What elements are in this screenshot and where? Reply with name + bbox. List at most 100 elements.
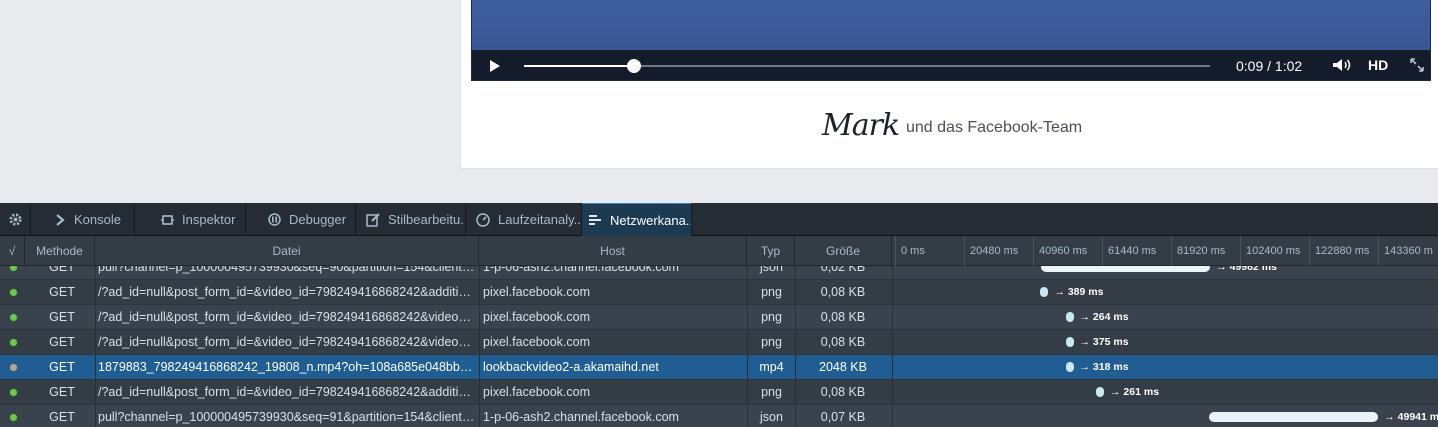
- video-frame[interactable]: [472, 0, 1430, 50]
- tab-network[interactable]: Netzwerkana...: [582, 203, 692, 236]
- column-divider: [795, 355, 796, 380]
- request-size: 0,08 KB: [820, 285, 866, 299]
- column-host[interactable]: Host: [479, 236, 747, 266]
- column-type[interactable]: Typ: [747, 236, 795, 266]
- table-row[interactable]: GET /?ad_id=null&post_form_id=&video_id=7…: [0, 305, 1438, 330]
- waterfall-timing-bar: [1040, 287, 1049, 297]
- devtools-toolbar: Konsole Inspektor Debugger Stilbearbeitu…: [0, 203, 1438, 236]
- signoff-text: und das Facebook-Team: [906, 119, 1083, 136]
- waterfall-timing-bar: [1065, 337, 1074, 347]
- hd-toggle[interactable]: HD: [1368, 57, 1388, 73]
- video-scrubber[interactable]: [524, 59, 1210, 73]
- request-file: /?ad_id=null&post_form_id=&video_id=7982…: [98, 285, 476, 299]
- tab-label: Laufzeitanaly...: [498, 212, 582, 227]
- waterfall-tick-label: 61440 ms: [1102, 236, 1156, 266]
- scrubber-handle[interactable]: [626, 59, 641, 73]
- column-divider: [95, 305, 96, 330]
- request-type: png: [761, 285, 782, 299]
- column-method[interactable]: Methode: [25, 236, 95, 266]
- column-divider: [95, 380, 96, 405]
- waterfall-timing-bar: [1208, 412, 1379, 422]
- status-indicator-icon: [9, 313, 18, 322]
- column-divider: [892, 305, 893, 330]
- request-method: GET: [49, 266, 75, 274]
- waterfall-duration-label: → 49941 ms: [1384, 411, 1438, 423]
- table-row[interactable]: GET /?ad_id=null&post_form_id=&video_id=7…: [0, 280, 1438, 305]
- video-player[interactable]: 0:09 / 1:02 HD: [471, 0, 1431, 81]
- request-host: pixel.facebook.com: [483, 285, 591, 299]
- debugger-icon: [268, 213, 281, 226]
- waterfall-duration-label: → 49982 ms: [1216, 266, 1277, 273]
- inspector-icon: [161, 214, 174, 225]
- request-host: lookbackvideo2-a.akamaihd.net: [483, 360, 659, 374]
- waterfall-duration-label: → 375 ms: [1079, 336, 1129, 348]
- settings-gear-icon[interactable]: [0, 203, 31, 236]
- request-method: GET: [49, 360, 75, 374]
- request-method: GET: [49, 335, 75, 349]
- tab-debugger[interactable]: Debugger: [246, 203, 356, 236]
- request-type: json: [760, 410, 783, 424]
- waterfall-timing-bar: [1065, 362, 1074, 372]
- column-divider: [795, 405, 796, 427]
- request-file: /?ad_id=null&post_form_id=&video_id=7982…: [98, 310, 476, 324]
- tab-console[interactable]: Konsole: [32, 203, 135, 236]
- request-method: GET: [49, 310, 75, 324]
- table-row[interactable]: GET /?ad_id=null&post_form_id=&video_id=7…: [0, 380, 1438, 405]
- waterfall-tick-label: 81920 ms: [1171, 236, 1225, 266]
- waterfall-duration-label: → 389 ms: [1054, 286, 1104, 298]
- waterfall-tick-label: 122880 ms: [1309, 236, 1369, 266]
- table-row[interactable]: GET 1879883_798249416868242_19808_n.mp4?o…: [0, 355, 1438, 380]
- column-size[interactable]: Größe: [795, 236, 892, 266]
- request-size: 0,07 KB: [820, 410, 866, 424]
- request-host: pixel.facebook.com: [483, 310, 591, 324]
- waterfall-timing-bar: [1040, 266, 1211, 272]
- request-size: 0,08 KB: [820, 335, 866, 349]
- column-divider: [892, 355, 893, 380]
- tab-label: Netzwerkana...: [610, 212, 692, 228]
- column-divider: [747, 266, 748, 280]
- devtools-panel: Konsole Inspektor Debugger Stilbearbeitu…: [0, 203, 1438, 427]
- request-type: png: [761, 335, 782, 349]
- network-icon: [589, 215, 601, 225]
- volume-icon[interactable]: [1332, 58, 1352, 72]
- request-type: png: [761, 310, 782, 324]
- request-file: /?ad_id=null&post_form_id=&video_id=7982…: [98, 335, 476, 349]
- video-time: 0:09 / 1:02: [1236, 58, 1303, 74]
- profiler-icon: [476, 212, 490, 227]
- status-indicator-icon: [9, 266, 18, 272]
- column-file[interactable]: Datei: [95, 236, 479, 266]
- table-row[interactable]: GET /?ad_id=null&post_form_id=&video_id=7…: [0, 330, 1438, 355]
- play-icon[interactable]: [490, 60, 500, 72]
- request-size: 2048 KB: [819, 360, 867, 374]
- column-divider: [892, 330, 893, 355]
- column-divider: [479, 266, 480, 280]
- tab-profiler[interactable]: Laufzeitanaly...: [466, 203, 582, 236]
- column-divider: [795, 305, 796, 330]
- request-file: /?ad_id=null&post_form_id=&video_id=7982…: [98, 385, 476, 399]
- column-divider: [747, 405, 748, 427]
- waterfall-duration-label: → 318 ms: [1079, 361, 1129, 373]
- column-divider: [95, 266, 96, 280]
- waterfall-tick-label: 0 ms: [895, 236, 925, 266]
- page-content: 0:09 / 1:02 HD Mark und das Facebook-Tea…: [0, 0, 1438, 203]
- column-divider: [479, 305, 480, 330]
- column-divider: [892, 280, 893, 305]
- tab-style-editor[interactable]: Stilbearbeitu...: [356, 203, 466, 236]
- column-divider: [795, 330, 796, 355]
- request-method: GET: [49, 410, 75, 424]
- request-method: GET: [49, 285, 75, 299]
- table-row[interactable]: GET pull?channel=p_100000495739930&seq=91…: [0, 405, 1438, 427]
- request-method: GET: [49, 385, 75, 399]
- tab-label: Konsole: [74, 212, 121, 227]
- column-status[interactable]: √: [0, 236, 25, 266]
- fullscreen-icon[interactable]: [1409, 57, 1425, 73]
- tab-label: Debugger: [289, 212, 347, 227]
- network-request-list: GET pull?channel=p_100000495739930&seq=90…: [0, 266, 1438, 427]
- tab-label: Stilbearbeitu...: [388, 212, 466, 227]
- tab-inspector[interactable]: Inspektor: [139, 203, 246, 236]
- table-row[interactable]: GET pull?channel=p_100000495739930&seq=90…: [0, 266, 1438, 280]
- request-type: png: [761, 385, 782, 399]
- request-file: pull?channel=p_100000495739930&seq=91&pa…: [98, 410, 476, 424]
- tab-label: Inspektor: [182, 212, 236, 227]
- status-indicator-icon: [9, 388, 18, 397]
